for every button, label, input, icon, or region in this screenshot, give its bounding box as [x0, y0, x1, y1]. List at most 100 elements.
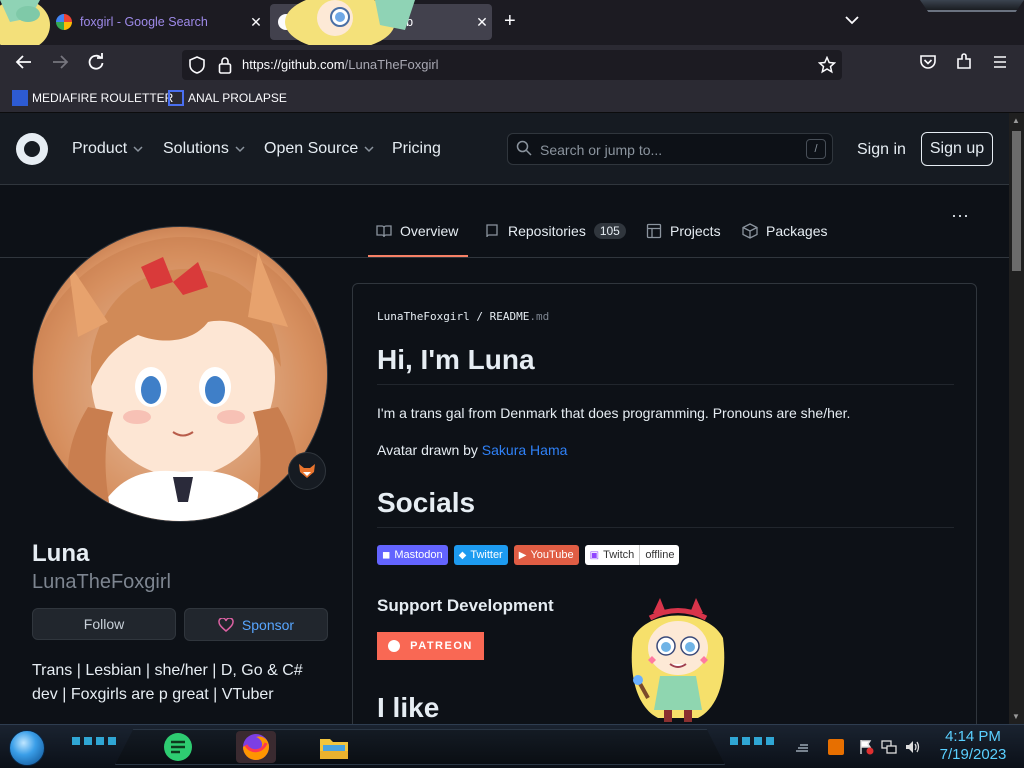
nav-solutions[interactable]: Solutions [163, 140, 245, 158]
hamburger-menu-icon [994, 56, 1006, 68]
badge-label: Mastodon [394, 549, 443, 561]
nav-label: Open Source [264, 140, 359, 157]
app-menu-button[interactable] [988, 53, 1012, 77]
youtube-icon: ▶ [518, 549, 527, 561]
tab-label: Projects [670, 223, 721, 239]
sign-up-button[interactable]: Sign up [921, 132, 993, 166]
action-center-flag-icon[interactable] [858, 739, 874, 755]
badge-label: YouTube [530, 549, 574, 561]
readme-heading-support: Support Development [377, 596, 554, 615]
sponsor-button[interactable]: Sponsor [184, 608, 328, 641]
close-tab-icon[interactable]: ✕ [246, 14, 266, 31]
sakura-hama-link[interactable]: Sakura Hama [482, 442, 568, 458]
extensions-button[interactable] [952, 53, 976, 77]
badge-label: Twitter [470, 549, 503, 561]
address-bar[interactable]: https://github.com/LunaTheFoxgirl [182, 50, 842, 80]
tab-title: foxgirl - Google Search [80, 15, 208, 29]
search-placeholder: Search or jump to... [540, 142, 663, 158]
list-all-tabs-button[interactable] [845, 12, 859, 28]
readme-crumb-file[interactable]: README [490, 310, 530, 323]
badge-label: Twitch [603, 549, 635, 561]
tab-packages[interactable]: Packages [742, 223, 827, 239]
pocket-button[interactable] [916, 53, 940, 77]
volume-icon[interactable] [904, 739, 920, 755]
more-options-button[interactable]: ··· [951, 205, 969, 226]
nav-open-source[interactable]: Open Source [264, 140, 374, 158]
twitter-badge[interactable]: ◆ Twitter [453, 545, 508, 565]
search-input[interactable]: Search or jump to... / [507, 133, 833, 165]
tray-show-hidden-icon[interactable] [794, 739, 810, 755]
taskbar-decoration [730, 737, 774, 745]
patreon-label: PATREON [410, 640, 473, 652]
url-text[interactable]: https://github.com/LunaTheFoxgirl [242, 57, 439, 72]
system-clock[interactable]: 4:14 PM 7/19/2023 [935, 728, 1011, 764]
twitch-badge-label: ▣ Twitch [584, 545, 640, 565]
profile-display-name: Luna [32, 540, 90, 567]
profile-bio: Trans | Lesbian | she/her | D, Go & C# d… [32, 662, 303, 703]
lock-icon[interactable] [216, 56, 234, 74]
reload-button[interactable] [84, 53, 108, 77]
scrollbar-thumb[interactable] [1012, 131, 1021, 271]
youtube-badge[interactable]: ▶ YouTube [513, 545, 579, 565]
github-logo-icon[interactable] [16, 133, 48, 165]
bookmarks-toolbar: MEDIAFIRE ROULETTER ANAL PROLAPSE [0, 85, 1024, 113]
nav-label: Solutions [163, 140, 229, 157]
scroll-down-arrow-icon[interactable]: ▼ [1012, 712, 1020, 721]
page-scrollbar[interactable]: ▲ ▼ [1009, 113, 1024, 724]
nav-label: Pricing [392, 140, 441, 157]
follow-button[interactable]: Follow [32, 608, 176, 640]
nav-label: Product [72, 140, 128, 157]
twitch-badge[interactable]: ▣ Twitch offline [584, 545, 680, 565]
java-tray-icon[interactable] [828, 739, 844, 755]
repo-icon [486, 224, 498, 238]
bookmark-second[interactable]: ANAL PROLAPSE [168, 90, 287, 106]
back-button[interactable] [12, 53, 36, 77]
patreon-icon [388, 640, 401, 652]
clock-date: 7/19/2023 [939, 746, 1007, 763]
tab-google-search[interactable]: foxgirl - Google Search ✕ [48, 4, 266, 40]
start-button[interactable] [9, 730, 45, 766]
sign-in-link[interactable]: Sign in [857, 141, 906, 159]
bookmark-mediafire[interactable]: MEDIAFIRE ROULETTER [12, 90, 173, 106]
patreon-button[interactable]: PATREON [377, 632, 484, 660]
mastodon-badge[interactable]: ◼ Mastodon [377, 545, 448, 565]
scroll-up-arrow-icon[interactable]: ▲ [1012, 116, 1020, 125]
file-explorer-icon[interactable] [314, 731, 354, 763]
firefox-icon[interactable] [236, 731, 276, 763]
close-tab-icon[interactable]: ✕ [472, 14, 492, 31]
tab-overview[interactable]: Overview [376, 223, 458, 239]
repo-count-badge: 105 [593, 223, 626, 239]
heart-icon [218, 617, 234, 632]
nav-product[interactable]: Product [72, 140, 143, 158]
notes-app-icon[interactable] [158, 731, 198, 763]
url-path: /LunaTheFoxgirl [344, 57, 439, 72]
bookmark-star-icon[interactable] [817, 55, 837, 74]
nav-pricing[interactable]: Pricing [392, 140, 441, 158]
pocket-icon [920, 55, 936, 69]
browser-tab-bar: foxgirl - Google Search ✕ a) · GitHub ✕ … [0, 0, 1024, 45]
mediafire-icon [12, 90, 28, 106]
tab-projects[interactable]: Projects [646, 223, 721, 239]
bookmark-label: ANAL PROLAPSE [188, 91, 287, 105]
forward-button[interactable] [48, 53, 72, 77]
reload-icon [88, 53, 104, 70]
new-tab-button[interactable]: + [504, 10, 516, 33]
social-badges: ◼ Mastodon ◆ Twitter ▶ YouTube ▣ Twitch … [377, 545, 680, 565]
tab-label: Packages [766, 223, 828, 239]
network-icon[interactable] [881, 739, 897, 755]
table-icon [646, 223, 662, 239]
readme-crumb-sep: / [476, 310, 483, 323]
mastodon-icon: ◼ [382, 549, 391, 561]
search-icon [516, 140, 532, 156]
profile-avatar[interactable] [32, 226, 328, 522]
fox-emoji-status-icon[interactable] [288, 452, 326, 490]
shield-icon[interactable] [188, 56, 206, 74]
tab-repositories[interactable]: Repositories 105 [484, 223, 626, 239]
arrow-right-icon [53, 55, 69, 69]
readme-heading-hi: Hi, I'm Luna [377, 344, 954, 385]
bookmark-label: MEDIAFIRE ROULETTER [32, 91, 174, 105]
window-frame-decoration [920, 0, 1024, 12]
readme-heading-i-like: I like [377, 692, 440, 723]
screen: foxgirl - Google Search ✕ a) · GitHub ✕ … [0, 0, 1024, 768]
readme-crumb-user[interactable]: LunaTheFoxgirl [377, 310, 470, 323]
